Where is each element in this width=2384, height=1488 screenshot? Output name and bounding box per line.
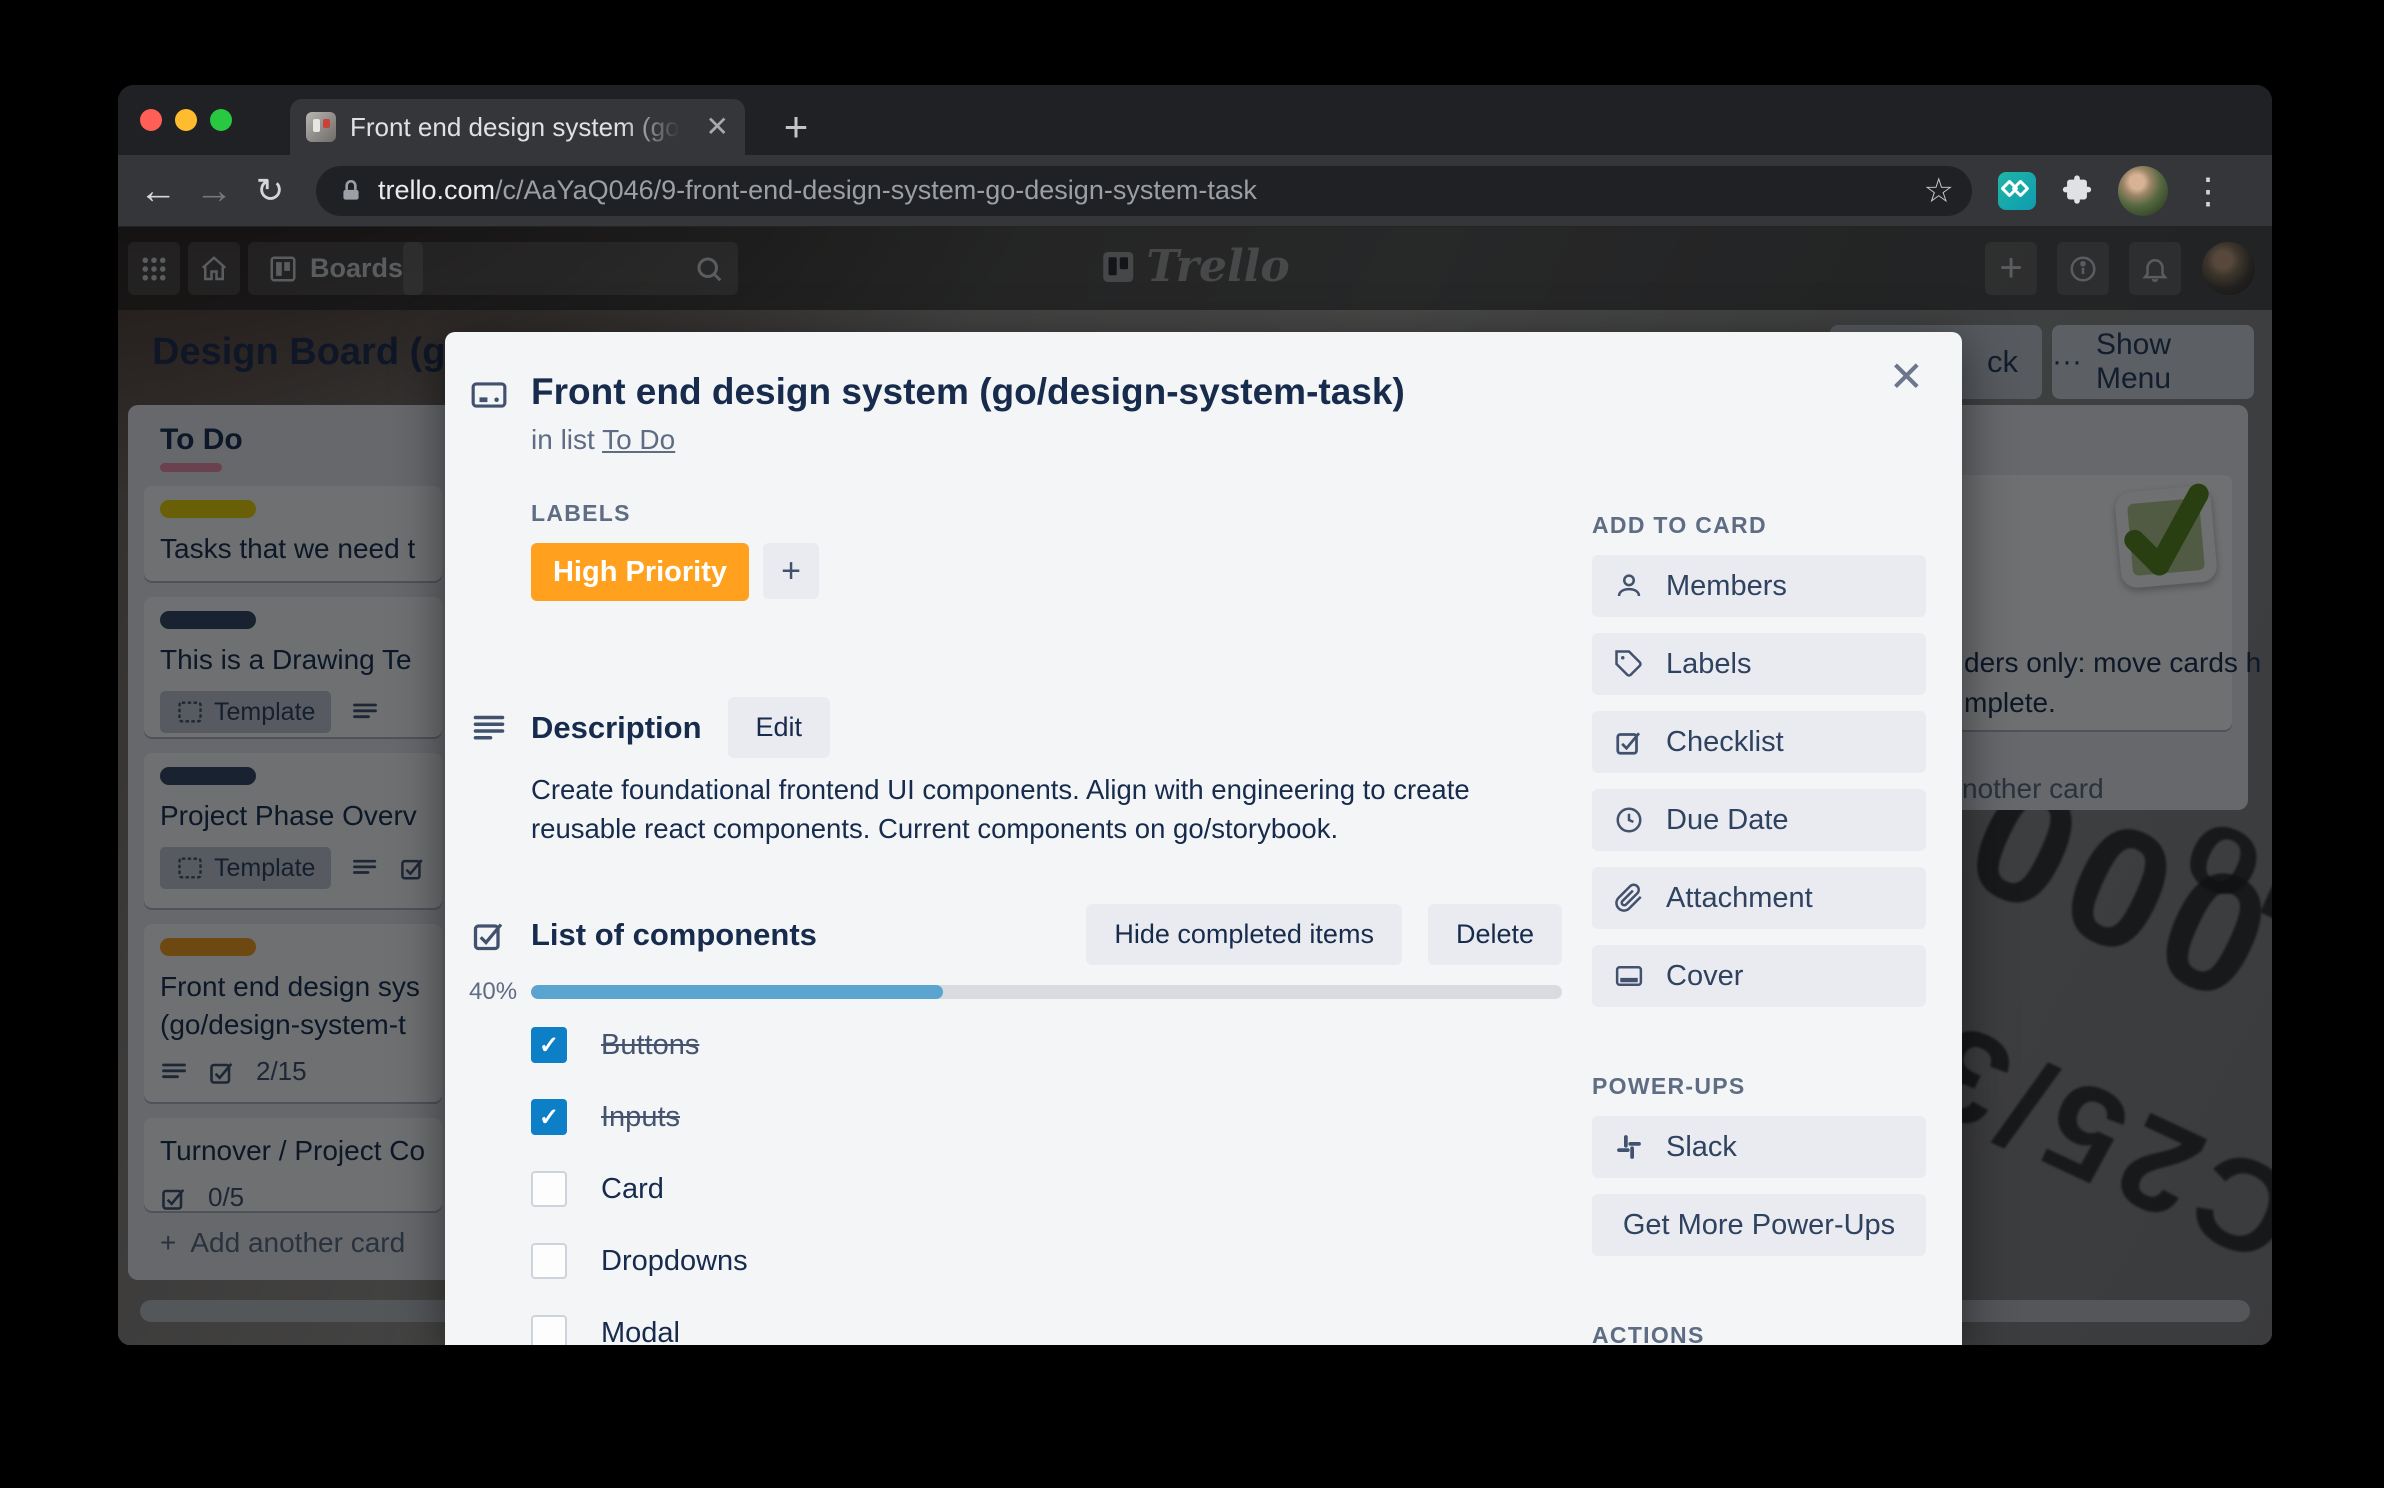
description-text: Create foundational frontend UI componen… [531,770,1531,848]
card-detail-modal: ✕ Front end design system (go/design-sys… [445,332,1962,1345]
browser-toolbar: ← → ↻ trello.com/c/AaYaQ046/9-front-end-… [118,155,2272,227]
add-to-card-header: ADD TO CARD [1592,512,1926,539]
clock-icon [1614,805,1644,835]
progress-percent: 40% [469,978,517,1006]
checklist-item-label: Dropdowns [601,1245,748,1278]
back-icon[interactable]: ← [130,172,186,210]
edit-description-button[interactable]: Edit [728,697,831,758]
add-label-button[interactable]: + [763,543,819,599]
list-link[interactable]: To Do [602,424,675,455]
checklist-item[interactable]: Dropdowns [531,1225,1562,1297]
checklist-item-label: Buttons [601,1029,699,1062]
tab-close-icon[interactable]: ✕ [706,113,729,141]
page-content: 000 C25/3 n ≥ uo [118,227,2272,1345]
progress-bar [531,985,1562,999]
url-domain: trello.com [378,175,495,205]
window-minimize-button[interactable] [175,109,197,131]
get-more-powerups-label: Get More Power-Ups [1623,1209,1895,1242]
card-icon [467,376,511,414]
checklist-item[interactable]: Card [531,1153,1562,1225]
extension-icon[interactable] [1998,172,2036,210]
delete-checklist-button[interactable]: Delete [1428,904,1562,965]
checklist-item[interactable]: ✓ Inputs [531,1081,1562,1153]
url-path: /c/AaYaQ046/9-front-end-design-system-go… [495,175,1257,205]
tab-strip: Front end design system (go/d ✕ + [118,85,2272,155]
tab-favicon-icon [306,112,336,142]
progress-fill [531,985,943,999]
slack-label: Slack [1666,1131,1737,1164]
cover-label: Cover [1666,960,1743,993]
actions-header: ACTIONS [1592,1322,1926,1345]
checkbox-checked[interactable]: ✓ [531,1027,567,1063]
checklist-header: List of components [531,917,817,953]
labels-label: Labels [1666,648,1751,681]
checkbox-unchecked[interactable] [531,1243,567,1279]
extensions-puzzle-icon[interactable] [2060,174,2094,208]
members-label: Members [1666,570,1787,603]
checklist-item[interactable]: Modal [531,1297,1562,1345]
checklist-item-label: Card [601,1173,664,1206]
due-date-button[interactable]: Due Date [1592,789,1926,851]
member-icon [1614,571,1644,601]
checkbox-checked[interactable]: ✓ [531,1099,567,1135]
paperclip-icon [1614,883,1644,913]
slack-powerup-button[interactable]: Slack [1592,1116,1926,1178]
modal-main-column: LABELS High Priority + Description [531,500,1562,1345]
url-text: trello.com/c/AaYaQ046/9-front-end-design… [378,175,1257,206]
reload-icon[interactable]: ↻ [242,172,298,210]
window-zoom-button[interactable] [210,109,232,131]
lock-icon [338,178,364,204]
slack-icon [1614,1132,1644,1162]
powerups-header: POWER-UPS [1592,1073,1926,1100]
get-more-powerups-button[interactable]: Get More Power-Ups [1592,1194,1926,1256]
checklist-item-label: Modal [601,1317,680,1346]
browser-tab[interactable]: Front end design system (go/d ✕ [290,99,745,155]
checklist-icon [469,917,509,953]
checklist-icon [1614,727,1644,757]
modal-sidebar: ADD TO CARD Members Labels [1592,500,1926,1345]
description-icon [469,710,509,746]
labels-button[interactable]: Labels [1592,633,1926,695]
browser-menu-icon[interactable]: ⋮ [2190,173,2226,209]
in-list-text: in list [531,424,595,455]
checklist-button[interactable]: Checklist [1592,711,1926,773]
checkbox-unchecked[interactable] [531,1315,567,1345]
labels-header: LABELS [531,500,1562,527]
attachment-button[interactable]: Attachment [1592,867,1926,929]
attachment-label: Attachment [1666,882,1813,915]
card-title[interactable]: Front end design system (go/design-syste… [531,368,1852,416]
tab-title: Front end design system (go/d [350,112,680,143]
checklist-label: Checklist [1666,726,1784,759]
cover-icon [1614,961,1644,991]
new-tab-button[interactable]: + [768,99,824,155]
checklist-item[interactable]: ✓ Buttons [531,1009,1562,1081]
members-button[interactable]: Members [1592,555,1926,617]
tag-icon [1614,649,1644,679]
due-date-label: Due Date [1666,804,1789,837]
checklist-item-label: Inputs [601,1101,680,1134]
browser-window: Front end design system (go/d ✕ + ← → ↻ … [118,85,2272,1345]
browser-profile-avatar[interactable] [2118,166,2168,216]
description-header: Description [531,710,702,746]
cover-button[interactable]: Cover [1592,945,1926,1007]
window-close-button[interactable] [140,109,162,131]
card-list-subtitle: in list To Do [531,424,1852,456]
forward-icon: → [186,172,242,210]
url-bar[interactable]: trello.com/c/AaYaQ046/9-front-end-design… [316,166,1972,216]
modal-header: Front end design system (go/design-syste… [445,332,1962,456]
hide-completed-items-button[interactable]: Hide completed items [1086,904,1402,965]
checkbox-unchecked[interactable] [531,1171,567,1207]
label-chip-high-priority[interactable]: High Priority [531,543,749,601]
bookmark-star-icon[interactable]: ☆ [1924,171,1954,211]
